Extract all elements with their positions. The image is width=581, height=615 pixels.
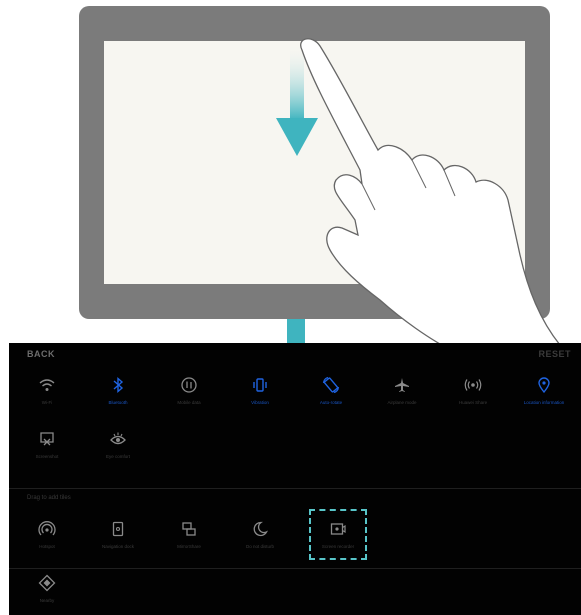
tile-screenshot[interactable]: Screenshot	[14, 430, 80, 460]
tile-navigation-dock[interactable]: Navigation dock	[85, 520, 151, 550]
nearby-icon	[38, 574, 56, 592]
panel-top-bar: BACK RESET	[9, 343, 581, 365]
eye-comfort-icon	[110, 432, 126, 445]
tile-huawei-share[interactable]: Huawei Share	[440, 376, 506, 406]
highlight-dashed-box	[309, 509, 367, 560]
tile-label: Bluetooth	[108, 400, 128, 405]
section-divider	[9, 488, 581, 489]
tile-label: Nearby	[39, 598, 55, 603]
tablet-screen	[104, 41, 525, 284]
tile-vibration[interactable]: Vibration	[227, 376, 293, 406]
navigation-dock-icon	[112, 521, 124, 537]
airplane-icon	[395, 378, 409, 392]
tile-label: Screenshot	[35, 454, 59, 459]
back-button[interactable]: BACK	[27, 349, 55, 359]
tile-nearby[interactable]: Nearby	[14, 574, 80, 604]
do-not-disturb-icon	[253, 521, 269, 537]
tile-location[interactable]: Location information	[511, 376, 577, 406]
tile-hotspot[interactable]: Hotspot	[14, 520, 80, 550]
drag-to-add-label: Drag to add tiles	[27, 495, 71, 501]
tile-bluetooth[interactable]: Bluetooth	[85, 376, 151, 406]
auto-rotate-icon	[322, 376, 340, 394]
screenshot-icon	[40, 432, 54, 446]
tile-wifi[interactable]: Wi-Fi	[14, 376, 80, 406]
tile-label: Vibration	[251, 400, 269, 405]
tile-mobile-data[interactable]: Mobile data	[156, 376, 222, 406]
tile-label: Hotspot	[39, 544, 55, 549]
quick-settings-edit-panel: BACK RESET Wi-Fi Bluetooth Mobile data V…	[9, 343, 581, 615]
tile-mirrorshare[interactable]: MirrorShare	[156, 520, 222, 550]
tile-label: Wi-Fi	[41, 400, 53, 405]
tablet-illustration	[79, 6, 550, 319]
tile-label: Do not disturb	[245, 544, 274, 549]
tile-label: MirrorShare	[177, 544, 201, 549]
tile-label: Mobile data	[177, 400, 201, 405]
section-divider	[9, 568, 581, 569]
reset-button[interactable]: RESET	[538, 349, 571, 359]
tile-label: Huawei Share	[458, 400, 488, 405]
tile-do-not-disturb[interactable]: Do not disturb	[227, 520, 293, 550]
location-icon	[538, 377, 550, 394]
bluetooth-icon	[113, 376, 124, 394]
vibration-icon	[253, 378, 267, 392]
wifi-icon	[39, 379, 55, 391]
mirrorshare-icon	[182, 522, 196, 536]
hotspot-icon	[38, 521, 56, 536]
tile-label: Auto-rotate	[319, 400, 343, 405]
tile-label: Airplane mode	[387, 400, 417, 405]
tile-eye-comfort[interactable]: Eye comfort	[85, 430, 151, 460]
tile-label: Location information	[523, 400, 565, 405]
tile-label: Eye comfort	[105, 454, 130, 459]
tile-airplane-mode[interactable]: Airplane mode	[369, 376, 435, 406]
mobile-data-icon	[181, 377, 197, 393]
tile-auto-rotate[interactable]: Auto-rotate	[298, 376, 364, 406]
tile-label: Navigation dock	[101, 544, 135, 549]
huawei-share-icon	[464, 379, 482, 391]
